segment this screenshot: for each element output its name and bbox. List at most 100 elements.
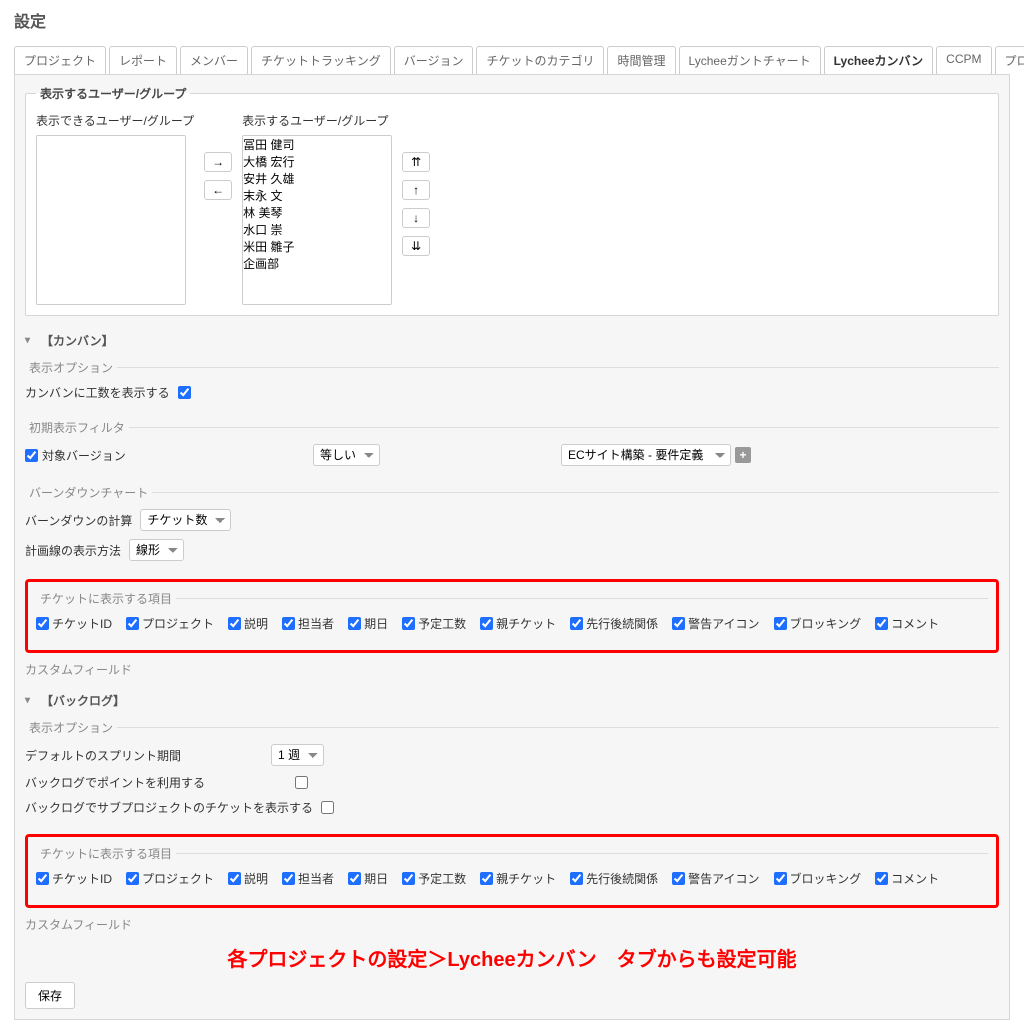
ticket-field-item[interactable]: 説明 [228,870,268,887]
save-button[interactable]: 保存 [25,982,75,1009]
user-option[interactable]: 安井 久雄 [243,170,391,187]
ticket-field-item[interactable]: プロジェクト [126,870,214,887]
tab-tracking[interactable]: チケットトラッキング [251,46,391,74]
tab-project[interactable]: プロジェクト [14,46,106,74]
kanban-toggle[interactable]: ▾ 【カンバン】 [25,328,999,353]
ticket-field-checkbox[interactable] [348,872,361,885]
ticket-field-item[interactable]: チケットID [36,615,112,632]
ticket-field-checkbox[interactable] [36,617,49,630]
ticket-field-checkbox[interactable] [126,617,139,630]
ticket-field-item[interactable]: コメント [875,615,939,632]
target-version-checkbox[interactable] [25,449,38,462]
ticket-field-checkbox[interactable] [672,617,685,630]
backlog-header-label: 【バックログ】 [41,692,125,709]
ticket-field-checkbox[interactable] [36,872,49,885]
plan-line-select[interactable]: 線形 [129,539,184,561]
move-left-button[interactable]: ← [204,180,232,200]
ticket-field-checkbox[interactable] [875,617,888,630]
available-users-select[interactable] [36,135,186,305]
ticket-field-item[interactable]: 先行後続関係 [570,870,658,887]
version-value-select[interactable]: ECサイト構築 - 要件定義 [561,444,731,466]
backlog-toggle[interactable]: ▾ 【バックログ】 [25,688,999,713]
ticket-field-label: 予定工数 [418,870,466,887]
show-subproject-checkbox[interactable] [321,801,334,814]
ticket-field-item[interactable]: チケットID [36,870,112,887]
user-option[interactable]: 末永 文 [243,187,391,204]
ticket-field-checkbox[interactable] [228,617,241,630]
tab-members[interactable]: メンバー [180,46,248,74]
ticket-field-item[interactable]: 予定工数 [402,870,466,887]
selected-users-select[interactable]: 冨田 健司大橋 宏行安井 久雄末永 文林 美琴水口 崇米田 雛子企画部 [242,135,392,305]
page-title: 設定 [14,8,1010,32]
ticket-field-item[interactable]: 担当者 [282,615,334,632]
operator-select[interactable]: 等しい [313,444,380,466]
move-up-button[interactable]: ↑ [402,180,430,200]
backlog-custom-fields-label: カスタムフィールド [25,916,999,933]
ticket-field-item[interactable]: 担当者 [282,870,334,887]
tab-categories[interactable]: チケットのカテゴリ [476,46,604,74]
ticket-field-item[interactable]: ブロッキング [774,615,862,632]
ticket-field-checkbox[interactable] [126,872,139,885]
ticket-field-checkbox[interactable] [774,872,787,885]
move-top-button[interactable]: ⇈ [402,152,430,172]
ticket-field-label: 先行後続関係 [586,870,658,887]
use-points-checkbox[interactable] [295,776,308,789]
user-option[interactable]: 水口 崇 [243,221,391,238]
ticket-field-checkbox[interactable] [570,872,583,885]
ticket-field-checkbox[interactable] [282,872,295,885]
tab-gantt[interactable]: Lycheeガントチャート [679,46,821,74]
ticket-field-item[interactable]: プロジェクト [126,615,214,632]
ticket-field-label: 担当者 [298,615,334,632]
ticket-field-item[interactable]: コメント [875,870,939,887]
ticket-field-checkbox[interactable] [774,617,787,630]
user-option[interactable]: 冨田 健司 [243,136,391,153]
burndown-calc-select[interactable]: チケット数 [140,509,231,531]
user-option[interactable]: 大橋 宏行 [243,153,391,170]
tab-kanban[interactable]: Lycheeカンバン [824,46,934,74]
ticket-field-checkbox[interactable] [228,872,241,885]
user-option[interactable]: 米田 雛子 [243,238,391,255]
annotation-text: 各プロジェクトの設定＞Lycheeカンバン タブからも設定可能 [25,943,999,972]
user-option[interactable]: 企画部 [243,255,391,272]
ticket-field-checkbox[interactable] [570,617,583,630]
ticket-field-item[interactable]: ブロッキング [774,870,862,887]
move-down-button[interactable]: ↓ [402,208,430,228]
user-option[interactable]: 林 美琴 [243,204,391,221]
ticket-field-item[interactable]: 先行後続関係 [570,615,658,632]
ticket-field-item[interactable]: 期日 [348,870,388,887]
tab-versions[interactable]: バージョン [394,46,474,74]
show-hours-checkbox[interactable] [178,386,191,399]
ticket-field-label: 担当者 [298,870,334,887]
ticket-field-item[interactable]: 期日 [348,615,388,632]
backlog-display-legend: 表示オプション [25,719,117,736]
ticket-field-item[interactable]: 予定工数 [402,615,466,632]
default-sprint-select[interactable]: 1 週 [271,744,324,766]
ticket-field-item[interactable]: 説明 [228,615,268,632]
ticket-field-label: ブロッキング [790,615,862,632]
plan-line-label: 計画線の表示方法 [25,542,121,559]
ticket-field-label: 予定工数 [418,615,466,632]
ticket-field-checkbox[interactable] [875,872,888,885]
ticket-field-label: 親チケット [496,870,556,887]
tab-projectlist[interactable]: プロジェクトごとのリスト [995,46,1024,74]
add-filter-icon[interactable]: + [735,447,751,463]
ticket-field-checkbox[interactable] [402,617,415,630]
ticket-field-checkbox[interactable] [672,872,685,885]
ticket-field-item[interactable]: 親チケット [480,870,556,887]
ticket-field-item[interactable]: 警告アイコン [672,615,759,632]
tab-time[interactable]: 時間管理 [607,46,675,74]
ticket-field-checkbox[interactable] [480,872,493,885]
ticket-field-item[interactable]: 親チケット [480,615,556,632]
chevron-down-icon: ▾ [25,695,35,706]
ticket-field-label: チケットID [52,615,112,632]
user-group-legend: 表示するユーザー/グループ [36,85,190,102]
ticket-field-checkbox[interactable] [480,617,493,630]
move-bottom-button[interactable]: ⇊ [402,236,430,256]
ticket-field-checkbox[interactable] [282,617,295,630]
tab-report[interactable]: レポート [109,46,177,74]
tab-ccpm[interactable]: CCPM [936,46,991,74]
move-right-button[interactable]: → [204,152,232,172]
ticket-field-checkbox[interactable] [348,617,361,630]
ticket-field-item[interactable]: 警告アイコン [672,870,759,887]
ticket-field-checkbox[interactable] [402,872,415,885]
